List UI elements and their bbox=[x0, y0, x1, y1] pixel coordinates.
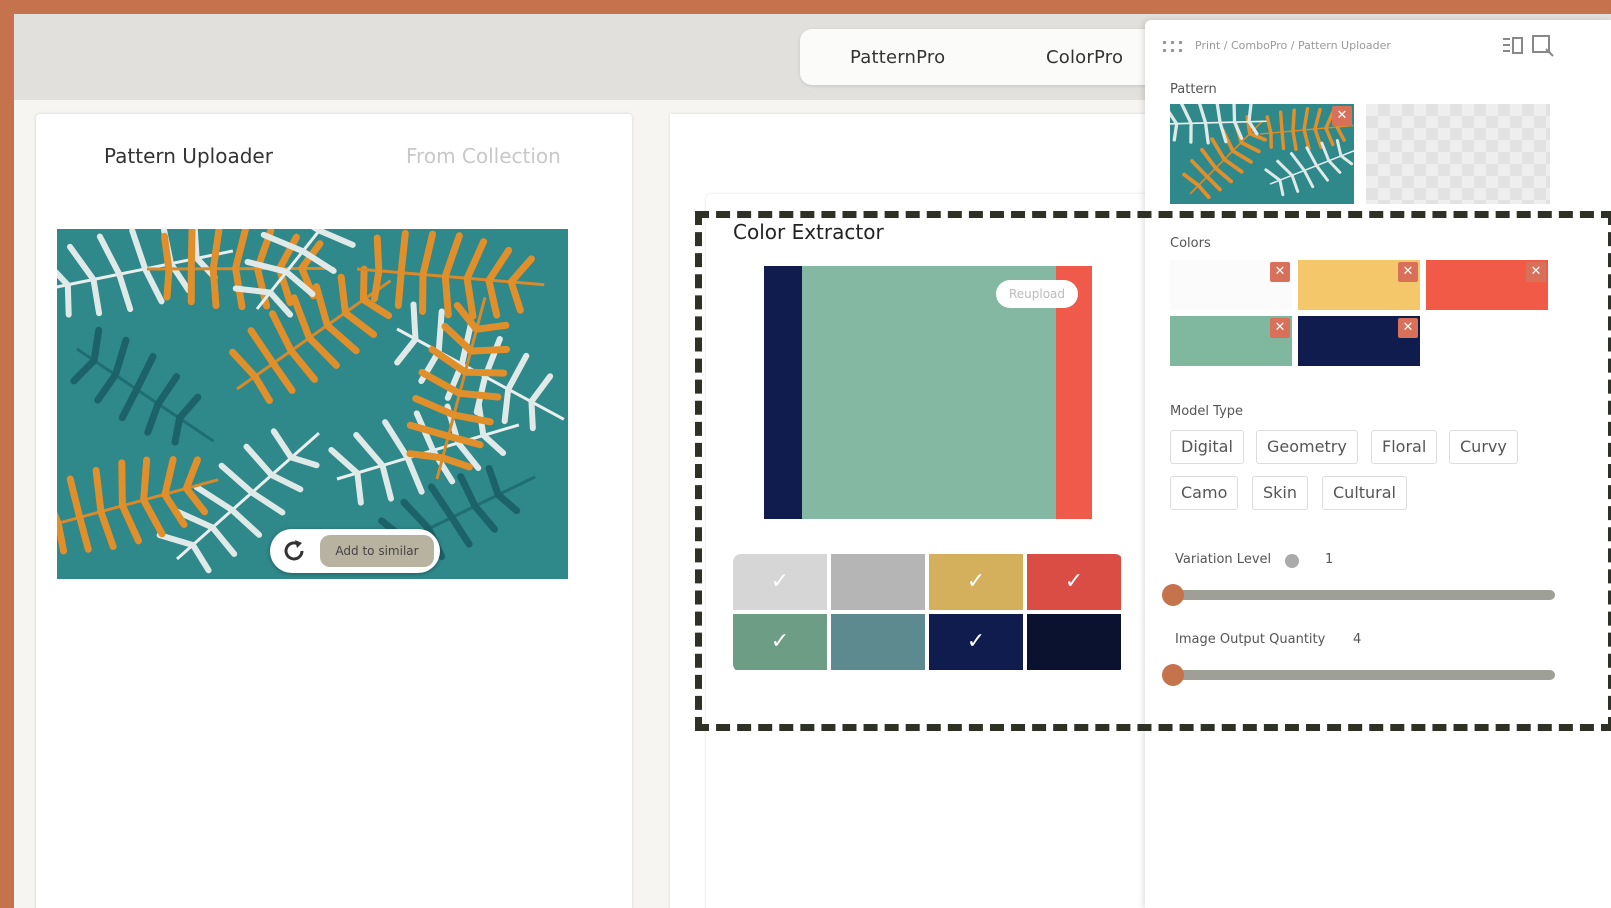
settings-panel: Print / ComboPro / Pattern Uploader Patt… bbox=[1145, 20, 1611, 908]
color-chip[interactable]: ✕ bbox=[1170, 316, 1292, 366]
image-output-quantity-label: Image Output Quantity bbox=[1175, 632, 1326, 647]
model-tag-geometry[interactable]: Geometry bbox=[1256, 430, 1358, 464]
remove-color-icon[interactable]: ✕ bbox=[1270, 262, 1290, 282]
swatch-cell[interactable]: ✓ bbox=[929, 554, 1023, 610]
image-output-quantity-value: 4 bbox=[1353, 632, 1362, 647]
tab-from-collection[interactable]: From Collection bbox=[406, 144, 561, 168]
tab-pattern-uploader[interactable]: Pattern Uploader bbox=[104, 144, 273, 168]
color-chip[interactable]: ✕ bbox=[1298, 316, 1420, 366]
model-tag-digital[interactable]: Digital bbox=[1170, 430, 1244, 464]
remove-pattern-icon[interactable]: ✕ bbox=[1332, 106, 1352, 126]
pattern-label: Pattern bbox=[1170, 82, 1217, 97]
remove-color-icon[interactable]: ✕ bbox=[1398, 318, 1418, 338]
output-slider-thumb[interactable] bbox=[1162, 664, 1184, 686]
variation-slider-thumb[interactable] bbox=[1162, 584, 1184, 606]
swatch-cell[interactable] bbox=[831, 614, 925, 670]
swatch-cell[interactable]: ✓ bbox=[733, 614, 827, 670]
color-chip[interactable]: ✕ bbox=[1298, 260, 1420, 310]
similar-pattern-overlay: Add to similar bbox=[270, 529, 440, 573]
color-chip[interactable]: ✕ bbox=[1170, 260, 1292, 310]
refresh-icon[interactable] bbox=[280, 537, 308, 565]
variation-level-value: 1 bbox=[1325, 552, 1334, 567]
remove-color-icon[interactable]: ✕ bbox=[1270, 318, 1290, 338]
image-output-quantity-slider[interactable] bbox=[1162, 664, 1555, 686]
model-type-label: Model Type bbox=[1170, 404, 1244, 419]
tab-colorpro[interactable]: ColorPro bbox=[1046, 47, 1123, 68]
pattern-image: Add to similar bbox=[57, 229, 568, 579]
remove-color-icon[interactable]: ✕ bbox=[1526, 262, 1546, 282]
palm-pattern-graphic bbox=[57, 229, 568, 579]
color-swatch-grid: ✓ ✓ ✓ ✓ ✓ bbox=[733, 554, 1123, 672]
split-view-icon[interactable] bbox=[1501, 36, 1525, 56]
model-tag-skin[interactable]: Skin bbox=[1252, 476, 1309, 510]
info-icon[interactable] bbox=[1285, 554, 1299, 568]
variation-level-label: Variation Level bbox=[1175, 552, 1272, 567]
breadcrumb: Print / ComboPro / Pattern Uploader bbox=[1195, 39, 1391, 52]
model-tag-camo[interactable]: Camo bbox=[1170, 476, 1239, 510]
colors-label: Colors bbox=[1170, 236, 1211, 251]
swatch-cell[interactable] bbox=[1027, 614, 1121, 670]
remove-color-icon[interactable]: ✕ bbox=[1398, 262, 1418, 282]
pattern-uploader-card: Pattern Uploader From Collection Add to … bbox=[36, 114, 632, 908]
color-chip[interactable]: ✕ bbox=[1426, 260, 1548, 310]
color-extractor-title: Color Extractor bbox=[733, 220, 884, 244]
swatch-cell[interactable]: ✓ bbox=[1027, 554, 1121, 610]
add-to-similar-button[interactable]: Add to similar bbox=[320, 535, 434, 567]
tab-patternpro[interactable]: PatternPro bbox=[850, 47, 945, 68]
empty-pattern-slot[interactable] bbox=[1366, 104, 1550, 204]
model-tag-floral[interactable]: Floral bbox=[1371, 430, 1438, 464]
drag-handle-icon[interactable] bbox=[1163, 40, 1187, 54]
pattern-thumbnail[interactable]: ✕ bbox=[1170, 104, 1354, 204]
swatch-cell[interactable]: ✓ bbox=[929, 614, 1023, 670]
navy-stripe bbox=[764, 266, 802, 519]
swatch-cell[interactable]: ✓ bbox=[733, 554, 827, 610]
variation-level-slider[interactable] bbox=[1162, 584, 1555, 606]
swatch-cell[interactable] bbox=[831, 554, 925, 610]
reupload-button[interactable]: Reupload bbox=[996, 280, 1078, 308]
expand-icon[interactable] bbox=[1531, 34, 1555, 58]
pattern-thumbnail-graphic bbox=[1170, 104, 1354, 204]
app-window: PatternPro ColorPro Pattern Uploader Fro… bbox=[14, 14, 1611, 908]
model-tag-cultural[interactable]: Cultural bbox=[1322, 476, 1407, 510]
model-tag-curvy[interactable]: Curvy bbox=[1449, 430, 1518, 464]
extracted-color-preview: Reupload bbox=[764, 266, 1092, 519]
